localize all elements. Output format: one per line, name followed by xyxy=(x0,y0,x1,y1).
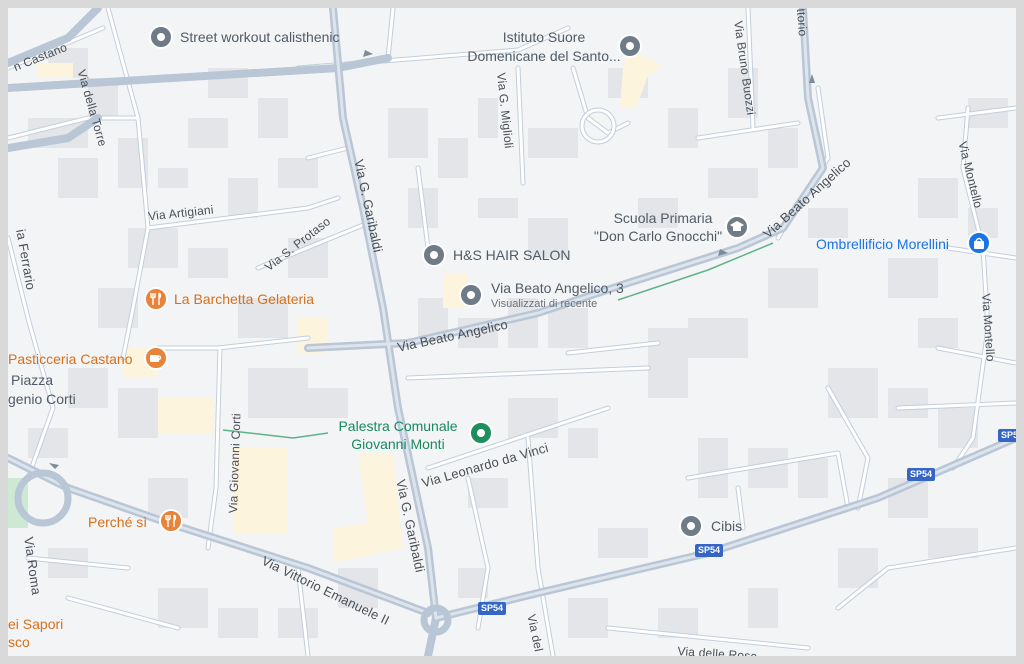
location-pin-icon xyxy=(679,514,703,538)
location-pin-icon xyxy=(459,283,483,307)
road-shield-sp54: SP54 xyxy=(478,602,507,615)
poi-pin-palestra[interactable] xyxy=(468,420,494,446)
poi-pin-scuola[interactable] xyxy=(724,214,750,240)
road-shield-sp54: SP54 xyxy=(907,468,936,481)
poi-pin-cibis[interactable] xyxy=(678,513,704,539)
poi-pin-hs-hair[interactable] xyxy=(421,242,447,268)
map-canvas[interactable] xyxy=(8,8,1016,656)
poi-label-beato-address[interactable]: Via Beato Angelico, 3 xyxy=(491,280,624,296)
school-icon xyxy=(725,215,749,239)
poi-label-cibis[interactable]: Cibis xyxy=(711,518,742,534)
poi-label-barchetta[interactable]: La Barchetta Gelateria xyxy=(174,291,314,307)
poi-label-sapori-line1[interactable]: ei Sapori xyxy=(8,616,63,632)
poi-label-palestra-line1[interactable]: Palestra Comunale xyxy=(328,418,468,434)
poi-label-sapori-line2[interactable]: sco xyxy=(8,634,30,650)
poi-label-istituto-line2[interactable]: Domenicane del Santo... xyxy=(444,48,644,64)
place-label-piazza-name: genio Corti xyxy=(8,391,76,407)
poi-pin-perche-si[interactable] xyxy=(158,508,184,534)
shopping-bag-icon xyxy=(967,231,991,255)
poi-pin-istituto[interactable] xyxy=(617,33,643,59)
map-frame[interactable]: n Castano Via della Torre Via G. Migliol… xyxy=(8,8,1016,656)
poi-label-pasticceria[interactable]: Pasticceria Castano xyxy=(8,351,133,367)
poi-pin-ombrellificio[interactable] xyxy=(966,230,992,256)
poi-pin-street-workout[interactable] xyxy=(148,24,174,50)
poi-label-istituto-line1[interactable]: Istituto Suore xyxy=(444,29,644,45)
restaurant-icon xyxy=(159,509,183,533)
poi-label-ombrellificio[interactable]: Ombrellificio Morellini xyxy=(816,236,949,252)
location-pin-icon xyxy=(422,243,446,267)
park-pin-icon xyxy=(469,421,493,445)
cafe-icon xyxy=(144,346,168,370)
road-shield-sp54: SP54 xyxy=(998,429,1016,442)
poi-pin-beato-angelico[interactable] xyxy=(458,282,484,308)
location-pin-icon xyxy=(618,34,642,58)
poi-label-street-workout[interactable]: Street workout calisthenic xyxy=(180,29,340,45)
location-pin-icon xyxy=(149,25,173,49)
poi-pin-pasticceria[interactable] xyxy=(143,345,169,371)
poi-label-hs-hair[interactable]: H&S HAIR SALON xyxy=(453,247,570,263)
poi-label-scuola-line2[interactable]: "Don Carlo Gnocchi" xyxy=(583,228,733,244)
poi-label-scuola-line1[interactable]: Scuola Primaria xyxy=(598,210,728,226)
poi-label-palestra-line2[interactable]: Giovanni Monti xyxy=(328,436,468,452)
place-label-piazza: Piazza xyxy=(11,372,54,388)
poi-sublabel-recent: Visualizzati di recente xyxy=(491,298,598,310)
road-shield-sp54: SP54 xyxy=(695,544,724,557)
restaurant-icon xyxy=(144,287,168,311)
poi-pin-barchetta[interactable] xyxy=(143,286,169,312)
street-label-vittorio-top: ttorio xyxy=(794,8,810,37)
poi-label-perche-si[interactable]: Perché sì xyxy=(88,514,147,530)
